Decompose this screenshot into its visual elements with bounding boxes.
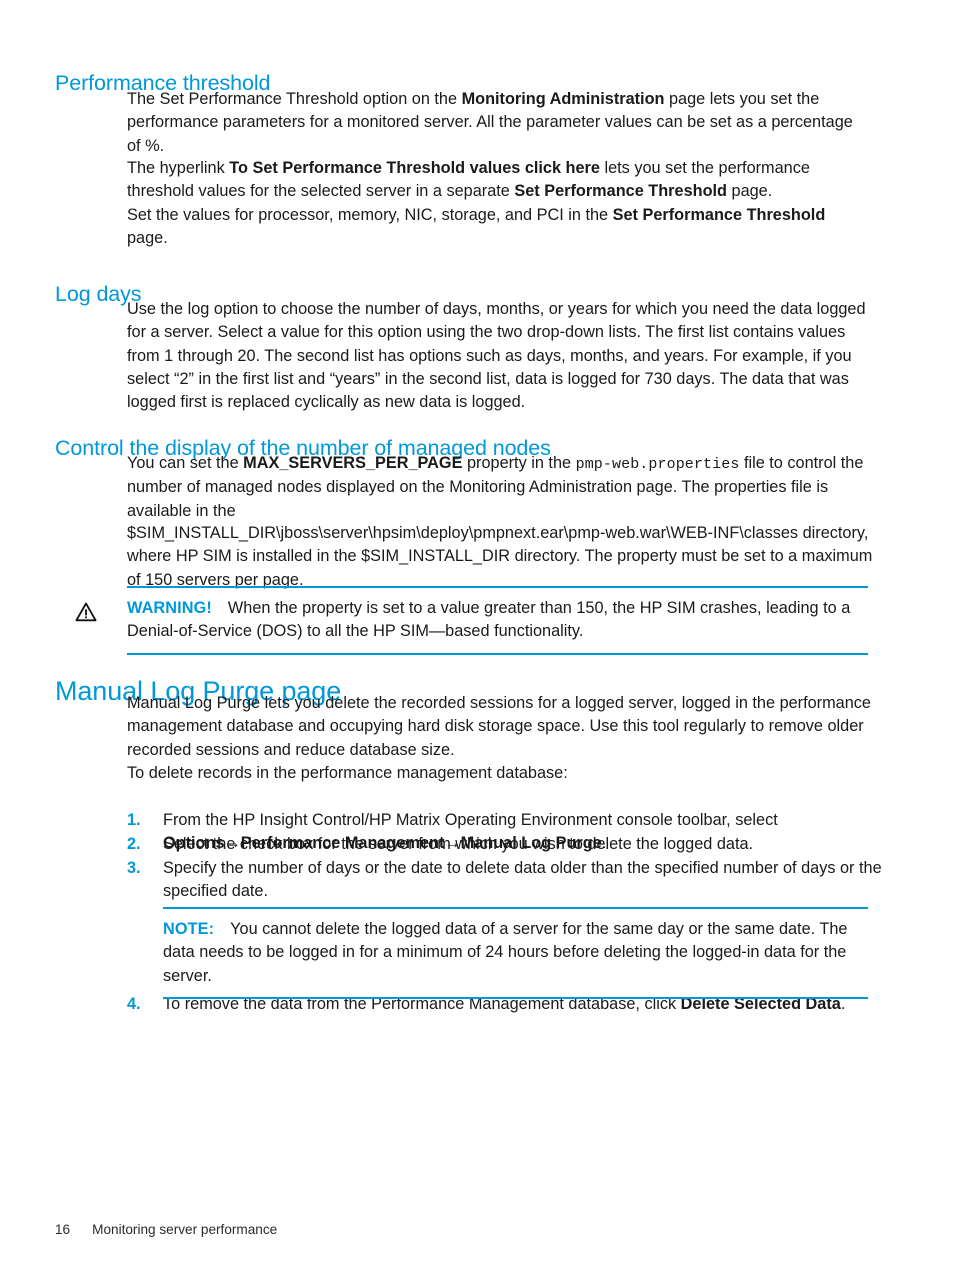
bold-run: Monitoring Administration [461, 90, 665, 108]
paragraph-performance-threshold-2: The hyperlink To Set Performance Thresho… [127, 157, 870, 204]
list-item-number: 2. [127, 835, 141, 853]
text-run: Specify the number of days or the date t… [163, 859, 882, 901]
footer-title: Monitoring server performance [92, 1222, 278, 1237]
paragraph-control-display-1: You can set the MAX_SERVERS_PER_PAGE pro… [127, 452, 873, 523]
warning-admonition: WARNING! When the property is set to a va… [75, 586, 868, 655]
text-run: The hyperlink [127, 159, 230, 177]
text-run: From the HP Insight Control/HP Matrix Op… [163, 811, 778, 829]
text-run: page. [726, 182, 773, 201]
note-admonition: NOTE: You cannot delete the logged data o… [163, 907, 868, 999]
code-run: pmp-web.properties [575, 456, 740, 473]
warning-triangle-icon [75, 602, 97, 622]
bold-run: To Set Performance Threshold values clic… [229, 159, 600, 177]
page-number: 16 [55, 1222, 71, 1237]
bold-run: MAX_SERVERS_PER_PAGE [243, 454, 463, 472]
paragraph-control-display-2: $SIM_INSTALL_DIR\jboss\server\hpsim\depl… [127, 524, 873, 589]
text-run: Select the check box for the server from… [163, 835, 754, 853]
document-page: Performance threshold The Set Performanc… [0, 0, 954, 1271]
list-item-text: Specify the number of days or the date t… [163, 857, 903, 904]
page-footer: 16 Monitoring server performance [55, 1222, 277, 1237]
list-item-number: 4. [127, 995, 141, 1013]
text-run: property in the [462, 454, 576, 472]
list-item-number: 1. [127, 811, 141, 829]
bold-run: Set Performance Threshold [612, 206, 826, 224]
text-run: Set the values for processor, memory, NI… [127, 206, 613, 224]
list-item-text: Select the check box for the server from… [163, 833, 870, 856]
list-item-number: 3. [127, 859, 141, 877]
paragraph-performance-threshold-3: Set the values for processor, memory, NI… [127, 204, 870, 251]
warning-text: When the property is set to a value grea… [127, 599, 851, 641]
text-run: page. [127, 229, 168, 248]
text-run: You can set the [127, 454, 244, 472]
warning-label: WARNING! [127, 599, 212, 617]
paragraph-manual-log-purge-2: To delete records in the performance man… [127, 764, 568, 782]
paragraph-manual-log-purge-1: Manual Log Purge lets you delete the rec… [127, 694, 871, 759]
paragraph-performance-threshold-1: The Set Performance Threshold option on … [127, 88, 870, 158]
bold-run: Set Performance Threshold [514, 182, 727, 201]
paragraph-log-days-1: Use the log option to choose the number … [127, 300, 866, 412]
note-text: You cannot delete the logged data of a s… [163, 920, 848, 985]
warning-body: WARNING! When the property is set to a va… [75, 597, 868, 644]
note-body: NOTE: You cannot delete the logged data o… [163, 918, 868, 988]
note-label: NOTE: [163, 920, 215, 938]
text-run: The Set Performance Threshold option on … [127, 90, 462, 108]
